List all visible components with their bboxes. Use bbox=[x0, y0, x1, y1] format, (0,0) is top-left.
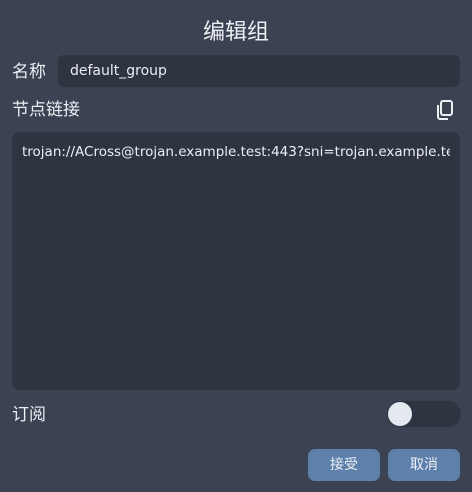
cancel-button[interactable]: 取消 bbox=[388, 449, 460, 481]
toggle-knob bbox=[388, 402, 412, 426]
group-name-input[interactable] bbox=[58, 55, 460, 87]
copy-icon[interactable] bbox=[433, 98, 457, 122]
name-label: 名称 bbox=[12, 62, 46, 82]
node-links-label: 节点链接 bbox=[12, 100, 80, 120]
copy-icon-svg bbox=[437, 100, 453, 120]
dialog-title: 编辑组 bbox=[202, 20, 269, 45]
node-links-text: trojan://ACross@trojan.example.test:443?… bbox=[22, 144, 450, 160]
accept-button[interactable]: 接受 bbox=[308, 449, 380, 481]
subscription-label: 订阅 bbox=[12, 405, 46, 425]
node-links-textarea[interactable]: trojan://ACross@trojan.example.test:443?… bbox=[12, 132, 460, 390]
edit-group-dialog: 编辑组 名称 节点链接 trojan://ACross@trojan.examp… bbox=[0, 0, 472, 492]
subscription-toggle[interactable] bbox=[387, 401, 461, 427]
